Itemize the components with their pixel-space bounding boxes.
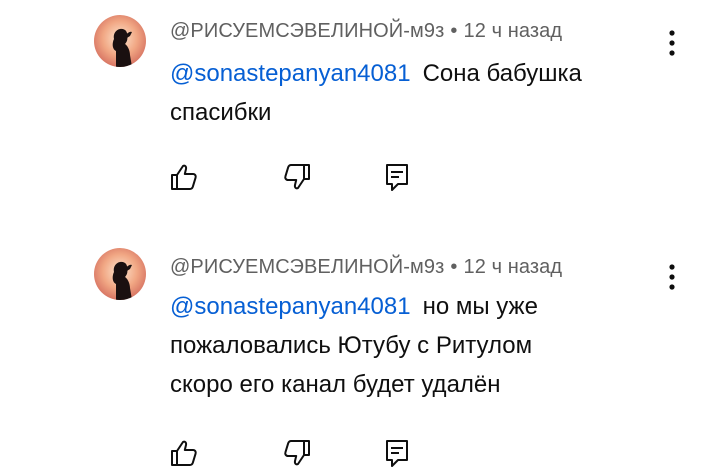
comment-meta: @РИСУЕМСЭВЕЛИНОЙ-м9з • 12 ч назад <box>170 256 562 279</box>
comment-2: @РИСУЕМСЭВЕЛИНОЙ-м9з • 12 ч назад @sonaste… <box>0 0 720 475</box>
like-button[interactable] <box>167 436 201 470</box>
thumb-down-icon <box>284 440 310 466</box>
comment-text-part: но мы уже <box>422 293 538 320</box>
comment-line: @sonastepanyan4081 но мы уже <box>170 287 690 326</box>
mention-link[interactable]: @sonastepanyan4081 <box>170 293 411 320</box>
avatar[interactable] <box>94 248 146 300</box>
comment-line: скоро его канал будет удалён <box>170 371 501 398</box>
reply-icon <box>386 440 408 467</box>
thumb-up-icon <box>171 440 197 466</box>
separator-dot: • <box>450 256 458 278</box>
author-name[interactable]: @РИСУЕМСЭВЕЛИНОЙ-м9з <box>170 256 444 278</box>
comment-line: пожаловались Ютубу с Ритулом <box>170 332 533 359</box>
comment-text: @sonastepanyan4081 но мы уже пожаловались… <box>170 287 690 404</box>
dislike-button[interactable] <box>280 436 314 470</box>
reply-button[interactable] <box>380 436 414 470</box>
timestamp[interactable]: 12 ч назад <box>463 256 562 278</box>
